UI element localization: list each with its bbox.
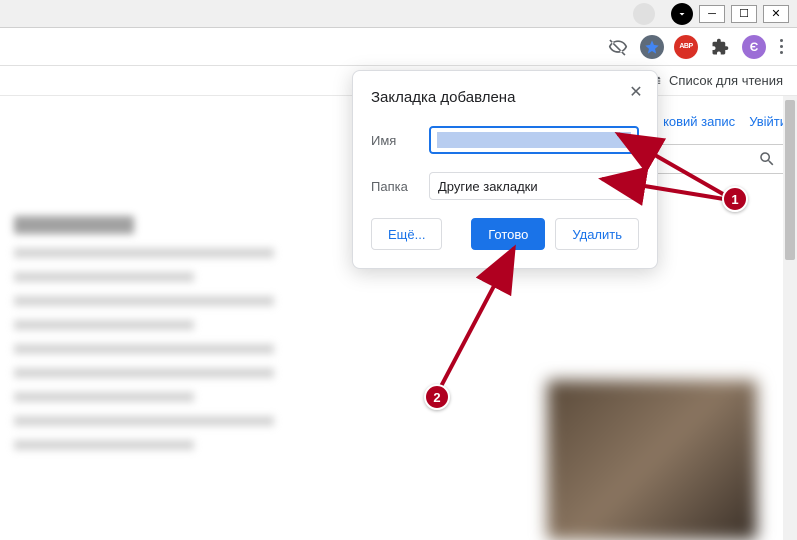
browser-menu-icon[interactable] <box>776 35 787 58</box>
scrollbar[interactable] <box>783 96 797 540</box>
window-titlebar: ─ ☐ ✕ <box>0 0 797 28</box>
dialog-close-button[interactable]: ✕ <box>625 81 647 103</box>
folder-label: Папка <box>371 179 419 194</box>
dialog-title: Закладка добавлена <box>371 89 639 106</box>
search-icon <box>758 150 776 168</box>
annotation-badge-2: 2 <box>424 384 450 410</box>
bookmark-name-input[interactable] <box>429 126 639 154</box>
reading-list-link[interactable]: Список для чтения <box>669 73 783 88</box>
incognito-hidden-icon[interactable] <box>606 35 630 59</box>
adblock-extension-icon[interactable]: ABP <box>674 35 698 59</box>
bookmark-star-icon[interactable] <box>640 35 664 59</box>
bookmark-folder-select[interactable]: Другие закладки <box>429 172 639 200</box>
account-link[interactable]: ковий запис <box>663 114 735 129</box>
bookmark-added-dialog: ✕ Закладка добавлена Имя Папка Другие за… <box>352 70 658 269</box>
browser-toolbar: ABP Є <box>0 28 797 66</box>
blurred-article-image <box>547 380 757 540</box>
more-button[interactable]: Ещё... <box>371 218 442 250</box>
delete-button[interactable]: Удалить <box>555 218 639 250</box>
maximize-button[interactable]: ☐ <box>731 5 757 23</box>
done-button[interactable]: Готово <box>471 218 545 250</box>
scrollbar-thumb[interactable] <box>785 100 795 260</box>
annotation-badge-1: 1 <box>722 186 748 212</box>
name-label: Имя <box>371 133 419 148</box>
download-indicator-icon[interactable] <box>671 3 693 25</box>
minimize-button[interactable]: ─ <box>699 5 725 23</box>
extensions-puzzle-icon[interactable] <box>708 35 732 59</box>
close-button[interactable]: ✕ <box>763 5 789 23</box>
profile-extension-icon[interactable]: Є <box>742 35 766 59</box>
login-link[interactable]: Увійти <box>749 114 787 129</box>
profile-avatar[interactable] <box>633 3 655 25</box>
blurred-article-content <box>14 216 334 464</box>
